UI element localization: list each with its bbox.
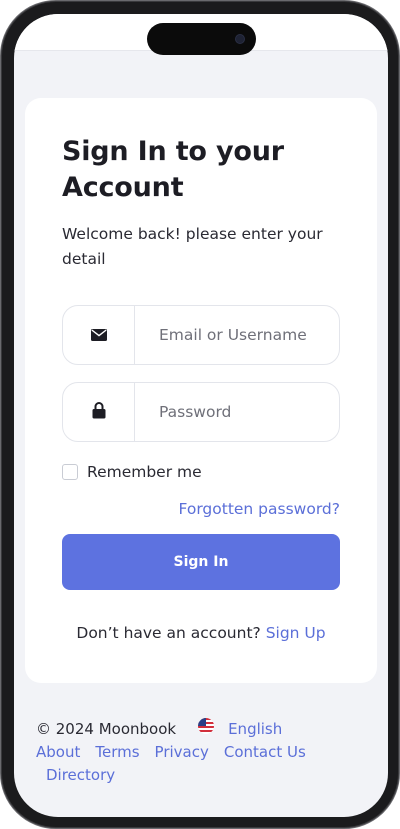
forgot-password-link[interactable]: Forgotten password? <box>178 500 340 518</box>
footer-link-contact[interactable]: Contact Us <box>224 741 306 764</box>
page-title: Sign In to your Account <box>62 136 284 203</box>
remember-me-checkbox[interactable] <box>62 464 78 480</box>
signup-prompt-text: Don’t have an account? <box>76 624 261 642</box>
copyright-text: © 2024 Moonbook <box>36 720 177 738</box>
signup-prompt-row: Don’t have an account? Sign Up <box>25 624 377 642</box>
footer-top-row: © 2024 Moonbook English <box>36 718 356 741</box>
screen: Sign In to your Account Welcome back! pl… <box>14 14 388 817</box>
welcome-subtitle: Welcome back! please enter your detail <box>62 225 323 268</box>
sign-in-card: Sign In to your Account Welcome back! pl… <box>25 98 377 683</box>
footer-link-directory[interactable]: Directory <box>46 764 115 787</box>
remember-me-label: Remember me <box>87 463 202 481</box>
email-input[interactable] <box>135 306 335 364</box>
footer-links: About Terms Privacy Contact Us Directory <box>36 741 346 787</box>
email-icon-cell <box>63 306 135 364</box>
remember-me[interactable]: Remember me <box>62 462 202 482</box>
lock-icon <box>92 401 106 423</box>
footer-link-terms[interactable]: Terms <box>95 741 139 764</box>
footer-link-about[interactable]: About <box>36 741 80 764</box>
footer-link-privacy[interactable]: Privacy <box>155 741 209 764</box>
language-label: English <box>228 720 283 738</box>
dynamic-island <box>147 23 256 55</box>
us-flag-icon <box>198 718 215 741</box>
password-field <box>62 382 340 442</box>
language-selector[interactable]: English <box>198 718 282 741</box>
camera-lens-icon <box>236 35 244 43</box>
footer: © 2024 Moonbook English About Terms Priv… <box>36 718 356 787</box>
envelope-icon <box>90 326 107 345</box>
email-field <box>62 305 340 365</box>
sign-up-link[interactable]: Sign Up <box>266 624 326 642</box>
password-icon-cell <box>63 383 135 441</box>
sign-in-button[interactable]: Sign In <box>62 534 340 590</box>
password-input[interactable] <box>135 383 335 441</box>
phone-frame: Sign In to your Account Welcome back! pl… <box>0 0 400 829</box>
